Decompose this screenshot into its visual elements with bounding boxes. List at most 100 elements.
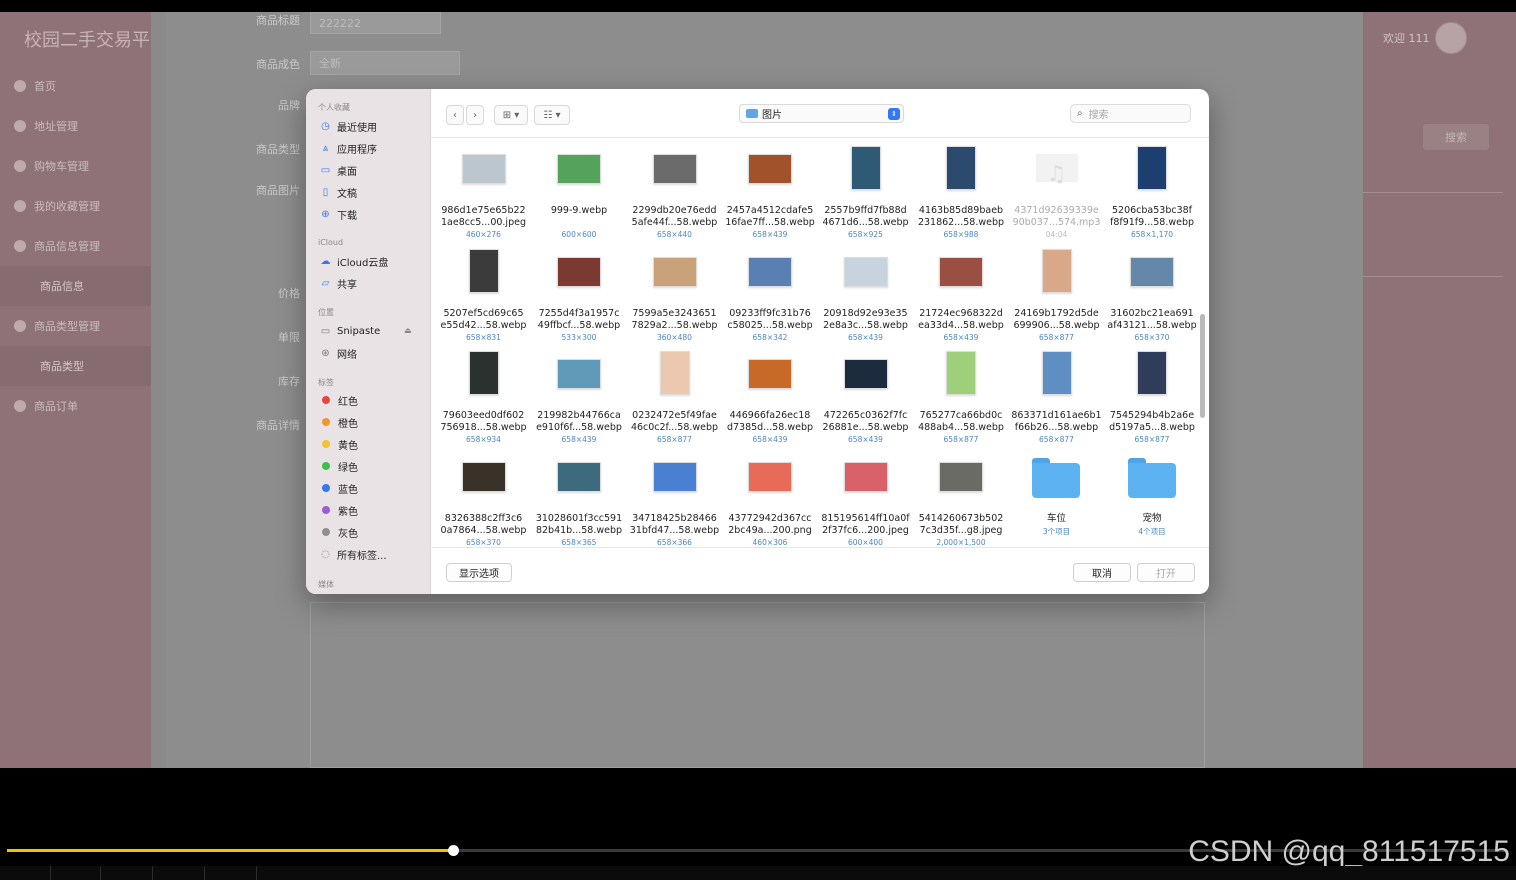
- location-popup[interactable]: 图片 ⇕: [739, 104, 904, 123]
- sidebar-tag-gray[interactable]: 灰色: [320, 523, 358, 541]
- search-input[interactable]: ⌕ 搜索: [1070, 104, 1191, 123]
- nav-home[interactable]: 首页: [14, 76, 56, 96]
- file-item[interactable]: 7545294b4b2a6e d5197a5...8.webp 658×877: [1105, 349, 1199, 449]
- file-item[interactable]: 8326388c2ff3c6 0a7864...58.webp 658×370: [436, 452, 531, 546]
- image-thumbnail: [748, 256, 792, 287]
- sidebar-tag-purple[interactable]: 紫色: [320, 501, 358, 519]
- folder-item[interactable]: 车位 3个项目: [1009, 452, 1104, 547]
- file-name: 219982b44766ca: [537, 410, 621, 421]
- back-button[interactable]: ‹: [446, 105, 464, 125]
- show-options-button[interactable]: 显示选项: [446, 563, 512, 582]
- file-meta: 460×276: [466, 230, 501, 239]
- watermark: CSDN @qq_811517515: [1188, 835, 1510, 868]
- file-name-line2: 90b037...574.mp3: [1012, 217, 1101, 228]
- image-thumbnail: [1041, 248, 1072, 293]
- file-item[interactable]: 24169b1792d5de 699906...58.webp 658×877: [1009, 247, 1104, 347]
- open-button[interactable]: 打开: [1137, 563, 1195, 582]
- sidebar-item-downloads[interactable]: ⊕ 下载: [320, 205, 357, 223]
- file-item[interactable]: 986d1e75e65b22 1ae8cc5...00.jpeg 460×276: [436, 144, 531, 244]
- image-thumbnail: [748, 359, 792, 389]
- forward-button[interactable]: ›: [466, 105, 484, 125]
- sidebar-item-snipaste[interactable]: ▭ Snipaste: [320, 322, 380, 340]
- sidebar-tag-green[interactable]: 绿色: [320, 457, 358, 475]
- file-name-line2: c58025...58.webp: [727, 319, 813, 331]
- sidebar-item-network[interactable]: ⊛ 网络: [320, 344, 357, 362]
- file-item[interactable]: 765277ca66bd0c 488ab4...58.webp 658×877: [914, 349, 1009, 449]
- nav-orders[interactable]: 商品订单: [14, 396, 78, 416]
- scrollbar[interactable]: [1200, 314, 1205, 418]
- file-item[interactable]: 0232472e5f49fae 46c0c2f...58.webp 658×877: [627, 349, 722, 449]
- video-progress-knob[interactable]: [447, 845, 459, 856]
- file-item[interactable]: 815195614ff10a0f 2f37fc6...200.jpeg 600×40…: [818, 452, 913, 546]
- file-name-line2: 7829a2...58.webp: [631, 319, 718, 331]
- avatar[interactable]: [1435, 22, 1467, 54]
- sidebar-all-tags[interactable]: ◌ 所有标签...: [320, 545, 386, 563]
- sidebar-tag-yellow[interactable]: 黄色: [320, 435, 358, 453]
- file-item[interactable]: 446966fa26ec18 d7385d...58.webp 658×439: [723, 349, 818, 449]
- cancel-button[interactable]: 取消: [1073, 563, 1131, 582]
- sidebar-item-recent[interactable]: ◷ 最近使用: [320, 117, 377, 135]
- detail-editor[interactable]: [310, 602, 1205, 768]
- group-button[interactable]: ☷ ▾: [534, 105, 570, 125]
- file-item[interactable]: 34718425b28466 31bfd47...58.webp 658×366: [627, 452, 722, 547]
- file-item[interactable]: 863371d161ae6b1 f66b26...58.webp 658×877: [1009, 349, 1104, 449]
- search-button[interactable]: 搜索: [1423, 124, 1489, 150]
- nav-address[interactable]: 地址管理: [14, 116, 78, 136]
- eject-icon[interactable]: ⏏: [404, 326, 412, 335]
- file-item[interactable]: 21724ec968322d ea33d4...58.webp 658×439: [914, 247, 1009, 347]
- nav-sub-goods-info[interactable]: 商品信息: [0, 266, 151, 306]
- file-item[interactable]: 2457a4512cdafe5 16fae7ff...58.webp 658×439: [723, 144, 818, 244]
- file-item[interactable]: 31602bc21ea691 af43121...58.webp 658×370: [1105, 247, 1199, 347]
- file-meta: 658×366: [657, 537, 692, 547]
- file-item[interactable]: 09233ff9fc31b76 c58025...58.webp 658×342: [723, 247, 818, 347]
- file-item[interactable]: 219982b44766ca e910f6f...58.webp 658×439: [532, 349, 627, 449]
- sidebar-item-shared[interactable]: ▱ 共享: [320, 274, 357, 292]
- file-item[interactable]: ♫ 4371d92639339e 90b037...574.mp3 04:04: [1009, 144, 1104, 244]
- file-name: 0232472e5f49fae: [632, 410, 717, 421]
- sidebar-item-apps[interactable]: ⩓ 应用程序: [320, 139, 377, 157]
- title-input[interactable]: 222222: [310, 12, 441, 34]
- order-icon: [14, 400, 26, 412]
- nav-goods-info[interactable]: 商品信息管理: [14, 236, 100, 256]
- file-item[interactable]: 2557b9ffd7fb88d 4671d6...58.webp 658×925: [818, 144, 913, 244]
- file-name: 20918d92e93e35: [823, 307, 908, 319]
- group-icon: ☷ ▾: [543, 109, 561, 121]
- nav-sub-goods-type[interactable]: 商品类型: [0, 346, 151, 386]
- file-meta: 600×600: [561, 230, 597, 239]
- form-label-detail: 商品详情: [256, 419, 300, 432]
- file-name-line2: d5197a5...8.webp: [1109, 422, 1195, 433]
- sidebar-tag-red[interactable]: 红色: [320, 391, 358, 409]
- file-item[interactable]: 7599a5e3243651 7829a2...58.webp 360×480: [627, 247, 722, 347]
- view-mode-button[interactable]: ⊞ ▾: [494, 105, 528, 125]
- condition-select[interactable]: 全新: [310, 51, 460, 75]
- file-item[interactable]: 31028601f3cc591 82b41b...58.webp 658×365: [532, 452, 627, 546]
- grid-view-icon: ⊞ ▾: [502, 109, 520, 121]
- sidebar-item-icloud-drive[interactable]: ☁ iCloud云盘: [320, 252, 389, 270]
- nav-cart[interactable]: 购物车管理: [14, 156, 89, 176]
- file-item[interactable]: 5414260673b502 7c3d35f...g8.jpeg 2,000×1,5…: [914, 452, 1009, 546]
- chevron-left-icon: ‹: [453, 109, 457, 121]
- tag-dot-icon: [322, 506, 330, 514]
- sidebar-tag-blue[interactable]: 蓝色: [320, 479, 358, 497]
- file-item[interactable]: 20918d92e93e35 2e8a3c...58.webp 658×439: [818, 247, 913, 347]
- divider: [100, 866, 101, 880]
- file-name-line2: 46c0c2f...58.webp: [630, 422, 719, 433]
- file-item[interactable]: 5206cba53bc38f f8f91f9...58.webp 658×1,170: [1105, 144, 1199, 244]
- nav-favorites[interactable]: 我的收藏管理: [14, 196, 100, 216]
- file-item[interactable]: 43772942d367cc 2bc49a...200.png 460×306: [723, 452, 818, 546]
- file-item[interactable]: 5207ef5cd69c65 e55d42...58.webp 658×831: [436, 247, 531, 347]
- sidebar-item-documents[interactable]: ▯ 文稿: [320, 183, 357, 201]
- nav-goods-type[interactable]: 商品类型管理: [14, 316, 100, 336]
- file-item[interactable]: 2299db20e76edd 5afe44f...58.webp 658×440: [627, 144, 722, 244]
- download-icon: ⊕: [321, 208, 330, 220]
- file-item[interactable]: 79603eed0df602 756918...58.webp 658×934: [436, 349, 531, 449]
- file-item[interactable]: 4163b85d89baeb 231862...58.webp 658×988: [914, 144, 1009, 244]
- file-item[interactable]: 7255d4f3a1957c 49ffbcf...58.webp 533×300: [532, 247, 627, 347]
- folder-item[interactable]: 宠物 4个项目: [1105, 452, 1199, 547]
- file-item[interactable]: 999-9.webp 600×600: [532, 144, 627, 244]
- file-item[interactable]: 472265c0362f7fc 26881e...58.webp 658×439: [818, 349, 913, 449]
- file-meta: 3个项目: [1042, 526, 1071, 536]
- sidebar-tag-orange[interactable]: 橙色: [320, 413, 358, 431]
- sidebar-item-desktop[interactable]: ▭ 桌面: [320, 161, 357, 179]
- image-thumbnail: [461, 154, 506, 184]
